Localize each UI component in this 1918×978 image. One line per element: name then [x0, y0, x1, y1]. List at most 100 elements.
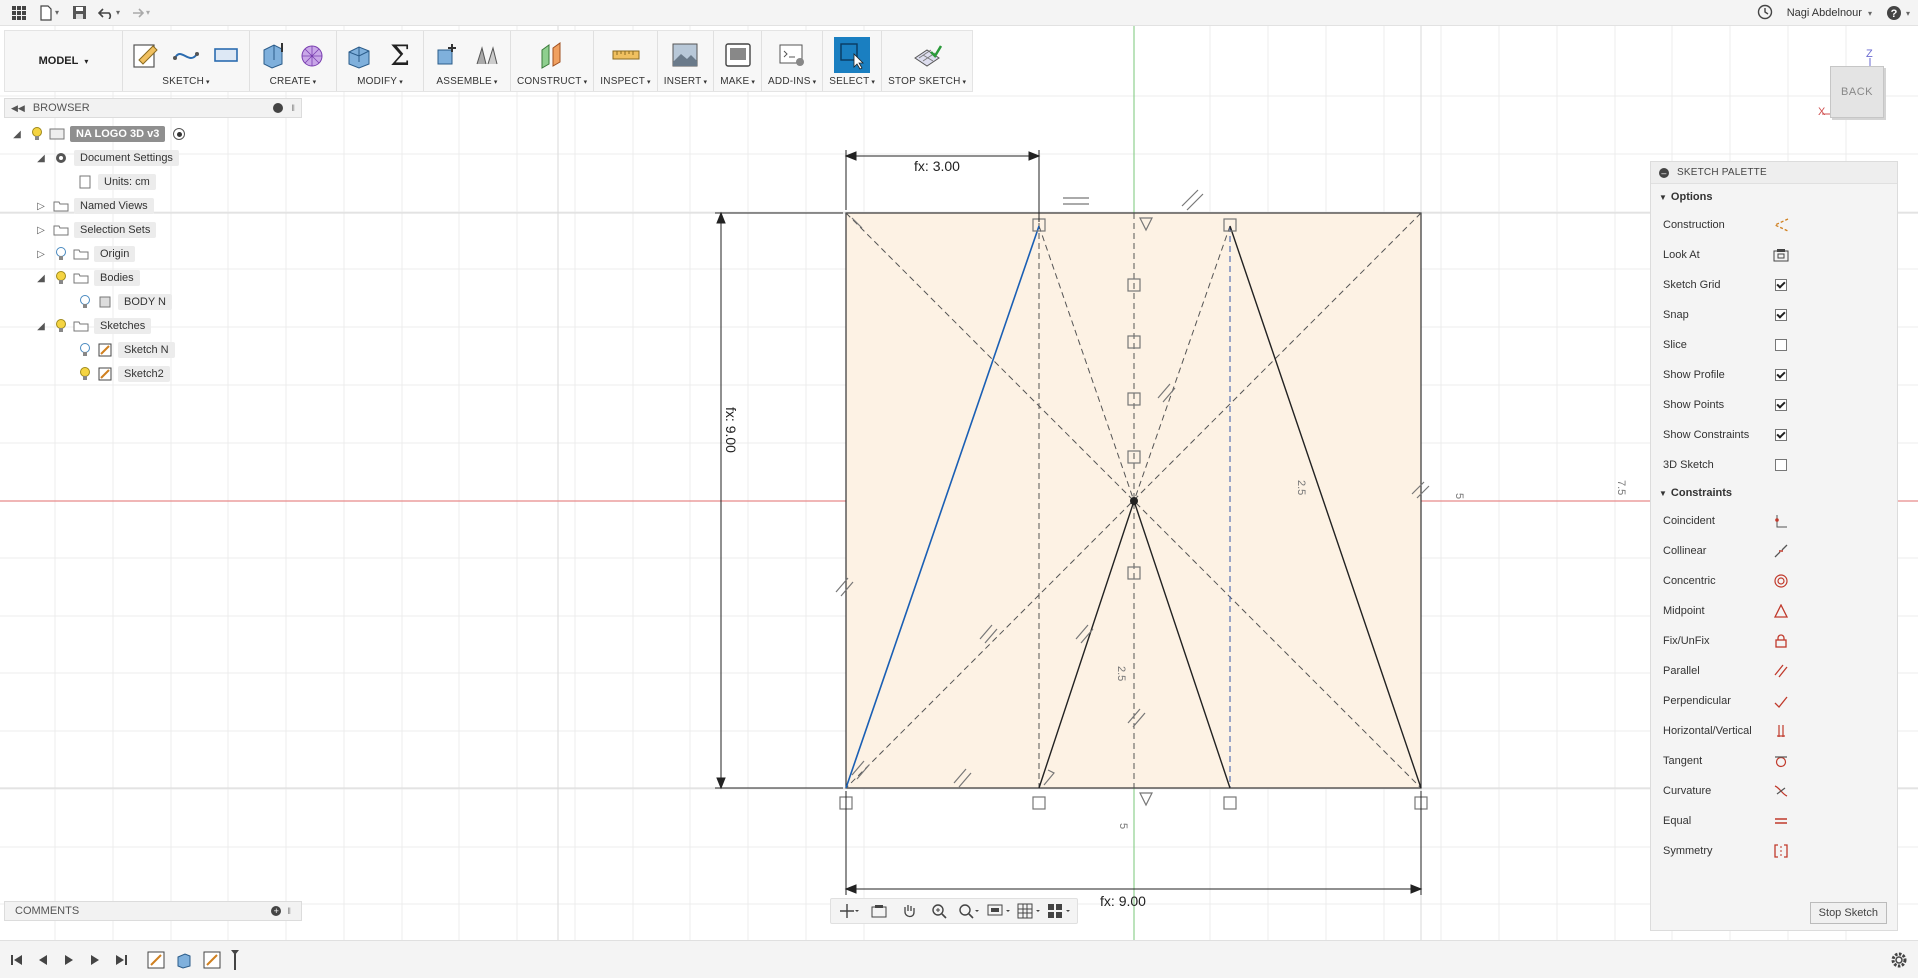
look-at-icon[interactable]: [1773, 247, 1789, 263]
stop-sketch-icon[interactable]: [910, 37, 944, 73]
play-icon[interactable]: [60, 951, 78, 969]
go-to-start-icon[interactable]: [8, 951, 26, 969]
constraint-parallel[interactable]: Parallel: [1651, 656, 1897, 686]
show-constraints-checkbox[interactable]: [1775, 429, 1787, 441]
add-comment-icon[interactable]: +: [271, 906, 282, 916]
help-icon[interactable]: ? ▾: [1886, 5, 1910, 21]
constraint-perpendicular[interactable]: Perpendicular: [1651, 686, 1897, 716]
tangent-icon[interactable]: [1773, 753, 1789, 769]
file-menu-icon[interactable]: ▾: [36, 1, 62, 25]
collapse-triangle-icon[interactable]: ◢: [10, 127, 24, 141]
palette-collapse-icon[interactable]: –: [1659, 167, 1669, 178]
orbit-icon[interactable]: [837, 901, 861, 921]
select-menu[interactable]: SELECT ▾: [829, 76, 875, 87]
snap-checkbox[interactable]: [1775, 309, 1787, 321]
sketch-menu[interactable]: SKETCH ▾: [162, 76, 209, 87]
lightbulb-off-icon[interactable]: [54, 247, 68, 261]
pan-hand-icon[interactable]: [897, 901, 921, 921]
option-slice[interactable]: Slice: [1651, 330, 1897, 360]
dimension-left[interactable]: fx: 9.00: [723, 407, 739, 453]
coincident-icon[interactable]: [1773, 513, 1789, 529]
tree-item-named-views[interactable]: ▷ Named Views: [10, 194, 310, 218]
joint-icon[interactable]: [470, 37, 504, 73]
constraint-curvature[interactable]: Curvature: [1651, 776, 1897, 806]
lightbulb-off-icon[interactable]: [78, 343, 92, 357]
timeline-extrude-icon[interactable]: [174, 950, 194, 970]
browser-pin-icon[interactable]: ‖: [291, 103, 295, 113]
sketch-line-icon[interactable]: [169, 37, 203, 73]
tree-item-origin[interactable]: ▷ Origin: [10, 242, 310, 266]
offset-plane-icon[interactable]: [535, 37, 569, 73]
compute-sum-icon[interactable]: Σ: [383, 37, 417, 73]
comments-pin-icon[interactable]: ‖: [287, 906, 291, 916]
options-section-header[interactable]: ▼ Options: [1651, 184, 1897, 210]
constraint-midpoint[interactable]: Midpoint: [1651, 596, 1897, 626]
assemble-menu[interactable]: ASSEMBLE ▾: [436, 76, 497, 87]
lightbulb-icon[interactable]: [54, 319, 68, 333]
lightbulb-icon[interactable]: [54, 271, 68, 285]
tree-item-sketches[interactable]: ◢ Sketches: [10, 314, 310, 338]
lightbulb-off-icon[interactable]: [78, 295, 92, 309]
collapse-triangle-icon[interactable]: ◢: [34, 319, 48, 333]
constraints-section-header[interactable]: ▼ Constraints: [1651, 480, 1897, 506]
view-cube-face-back[interactable]: BACK: [1830, 66, 1884, 118]
constraint-horizontal-vertical[interactable]: Horizontal/Vertical: [1651, 716, 1897, 746]
constraint-fix-unfix[interactable]: Fix/UnFix: [1651, 626, 1897, 656]
save-icon[interactable]: [66, 1, 92, 25]
tree-item-document-settings[interactable]: ◢ Document Settings: [10, 146, 310, 170]
go-to-end-icon[interactable]: [112, 951, 130, 969]
constraint-coincident[interactable]: Coincident: [1651, 506, 1897, 536]
step-back-icon[interactable]: [34, 951, 52, 969]
expand-triangle-icon[interactable]: ▷: [34, 199, 48, 213]
lock-icon[interactable]: [1773, 633, 1789, 649]
scripts-addins-icon[interactable]: [775, 37, 809, 73]
lightbulb-icon[interactable]: [78, 367, 92, 381]
3d-print-icon[interactable]: [721, 37, 755, 73]
collapse-triangle-icon[interactable]: ◢: [34, 151, 48, 165]
concentric-icon[interactable]: [1773, 573, 1789, 589]
redo-icon[interactable]: ▾: [126, 1, 152, 25]
modify-menu[interactable]: MODIFY ▾: [357, 76, 403, 87]
perpendicular-icon[interactable]: [1773, 693, 1789, 709]
3d-sketch-checkbox[interactable]: [1775, 459, 1787, 471]
measure-icon[interactable]: [609, 37, 643, 73]
dimension-top[interactable]: fx: 3.00: [914, 158, 960, 174]
option-snap[interactable]: Snap: [1651, 300, 1897, 330]
browser-collapse-icon[interactable]: ◀◀: [11, 103, 25, 114]
step-forward-icon[interactable]: [86, 951, 104, 969]
collapse-triangle-icon[interactable]: ◢: [34, 271, 48, 285]
slice-checkbox[interactable]: [1775, 339, 1787, 351]
undo-icon[interactable]: ▾: [96, 1, 122, 25]
root-component-label[interactable]: NA LOGO 3D v3: [70, 126, 166, 142]
zoom-window-icon[interactable]: [957, 901, 981, 921]
grid-settings-icon[interactable]: [1017, 901, 1041, 921]
insert-image-icon[interactable]: [668, 37, 702, 73]
constraint-equal[interactable]: Equal: [1651, 806, 1897, 836]
timeline-marker-icon[interactable]: [230, 949, 240, 970]
option-3d-sketch[interactable]: 3D Sketch: [1651, 450, 1897, 480]
add-ins-menu[interactable]: ADD-INS ▾: [768, 76, 816, 87]
option-show-profile[interactable]: Show Profile: [1651, 360, 1897, 390]
timeline-sketch2-icon[interactable]: [202, 950, 222, 970]
insert-menu[interactable]: INSERT ▾: [664, 76, 707, 87]
new-component-icon[interactable]: [430, 37, 464, 73]
zoom-icon[interactable]: [927, 901, 951, 921]
workspace-switcher[interactable]: MODEL ▾: [5, 31, 123, 91]
create-menu[interactable]: CREATE ▾: [270, 76, 317, 87]
select-icon[interactable]: [834, 37, 871, 73]
constraint-tangent[interactable]: Tangent: [1651, 746, 1897, 776]
expand-triangle-icon[interactable]: ▷: [34, 223, 48, 237]
tree-item-units[interactable]: Units: cm: [10, 170, 310, 194]
option-show-constraints[interactable]: Show Constraints: [1651, 420, 1897, 450]
browser-minimize-icon[interactable]: [273, 103, 284, 113]
user-menu[interactable]: Nagi Abdelnour ▾: [1787, 7, 1872, 19]
expand-triangle-icon[interactable]: ▷: [34, 247, 48, 261]
create-sketch-icon[interactable]: [129, 37, 163, 73]
tree-item-sketch2[interactable]: Sketch2: [10, 362, 310, 386]
activate-radio-icon[interactable]: [173, 128, 186, 140]
app-grid-icon[interactable]: [6, 1, 32, 25]
equal-icon[interactable]: [1773, 813, 1789, 829]
extrude-icon[interactable]: [256, 37, 290, 73]
make-menu[interactable]: MAKE ▾: [720, 76, 755, 87]
option-sketch-grid[interactable]: Sketch Grid: [1651, 270, 1897, 300]
